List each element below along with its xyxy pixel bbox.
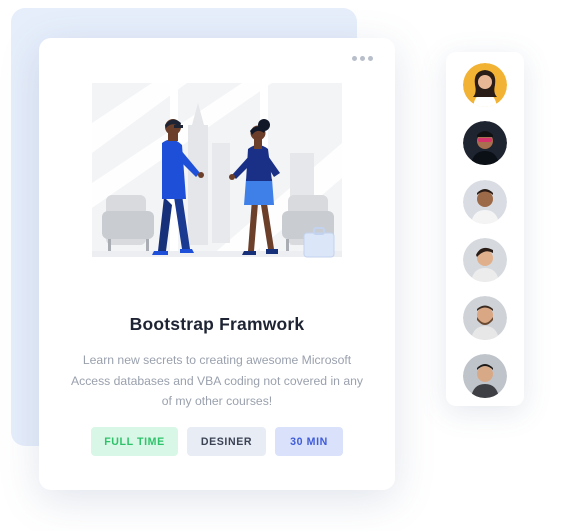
course-card[interactable]: Bootstrap Framwork Learn new secrets to … xyxy=(39,38,395,490)
tag-full-time[interactable]: FULL TIME xyxy=(91,427,178,456)
avatar-6[interactable] xyxy=(463,354,507,398)
course-description: Learn new secrets to creating awesome Mi… xyxy=(70,353,363,408)
avatar-5[interactable] xyxy=(463,296,507,340)
course-title: Bootstrap Framwork xyxy=(129,314,305,334)
avatar-2[interactable] xyxy=(463,121,507,165)
avatar-3[interactable] xyxy=(463,180,507,224)
avatar-4[interactable] xyxy=(463,238,507,282)
avatar-1[interactable] xyxy=(463,63,507,107)
tag-designer[interactable]: DESINER xyxy=(187,427,266,456)
more-options-icon[interactable] xyxy=(352,56,373,61)
tag-duration[interactable]: 30 MIN xyxy=(275,427,343,456)
avatar-list xyxy=(446,52,524,406)
course-illustration xyxy=(92,83,342,258)
